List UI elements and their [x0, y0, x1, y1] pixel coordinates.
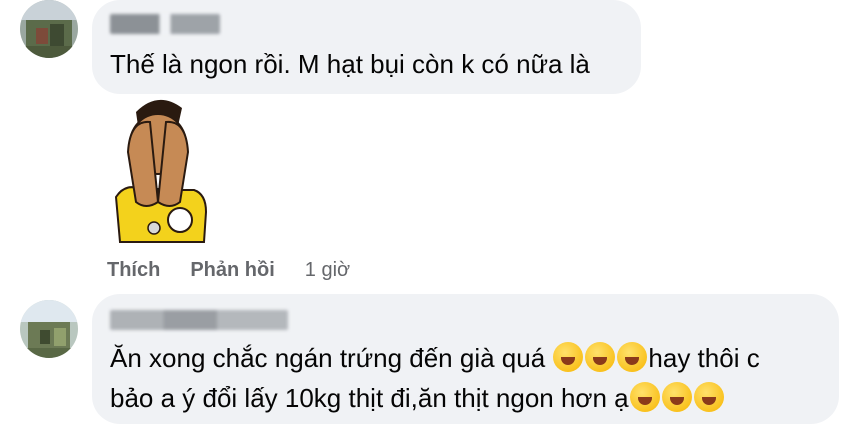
grinning-sweat-emoji	[693, 382, 724, 412]
comment-1: Thế là ngon rồi. M hạt bụi còn k có nữa …	[0, 0, 859, 290]
like-button[interactable]: Thích	[107, 259, 160, 282]
referee-covering-eyes-sticker	[106, 92, 210, 244]
avatar[interactable]	[20, 0, 78, 58]
comment-2: Ăn xong chắc ngán trứng đến già quá hay …	[0, 290, 859, 434]
avatar[interactable]	[20, 300, 78, 358]
comment-bubble: Ăn xong chắc ngán trứng đến già quá hay …	[92, 294, 839, 424]
timestamp[interactable]: 1 giờ	[305, 259, 350, 282]
rolling-on-floor-laughing-emoji	[553, 342, 584, 372]
comment-bubble: Thế là ngon rồi. M hạt bụi còn k có nữa …	[92, 0, 641, 94]
comment-text-line-1: Ăn xong chắc ngán trứng đến già quá hay …	[110, 342, 760, 373]
comment-text: Thế là ngon rồi. M hạt bụi còn k có nữa …	[110, 49, 590, 79]
author-name-blurred[interactable]	[110, 310, 288, 330]
rolling-on-floor-laughing-emoji	[617, 342, 648, 372]
rolling-on-floor-laughing-emoji	[585, 342, 616, 372]
comment-actions: Thích Phản hồi 1 giờ	[107, 255, 350, 285]
author-name-blurred[interactable]	[110, 14, 220, 34]
grinning-sweat-emoji	[629, 382, 660, 412]
reply-button[interactable]: Phản hồi	[190, 259, 274, 282]
grinning-sweat-emoji	[661, 382, 692, 412]
comment-text-line-2: bảo a ý đổi lấy 10kg thịt đi,ăn thịt ngo…	[110, 378, 725, 418]
